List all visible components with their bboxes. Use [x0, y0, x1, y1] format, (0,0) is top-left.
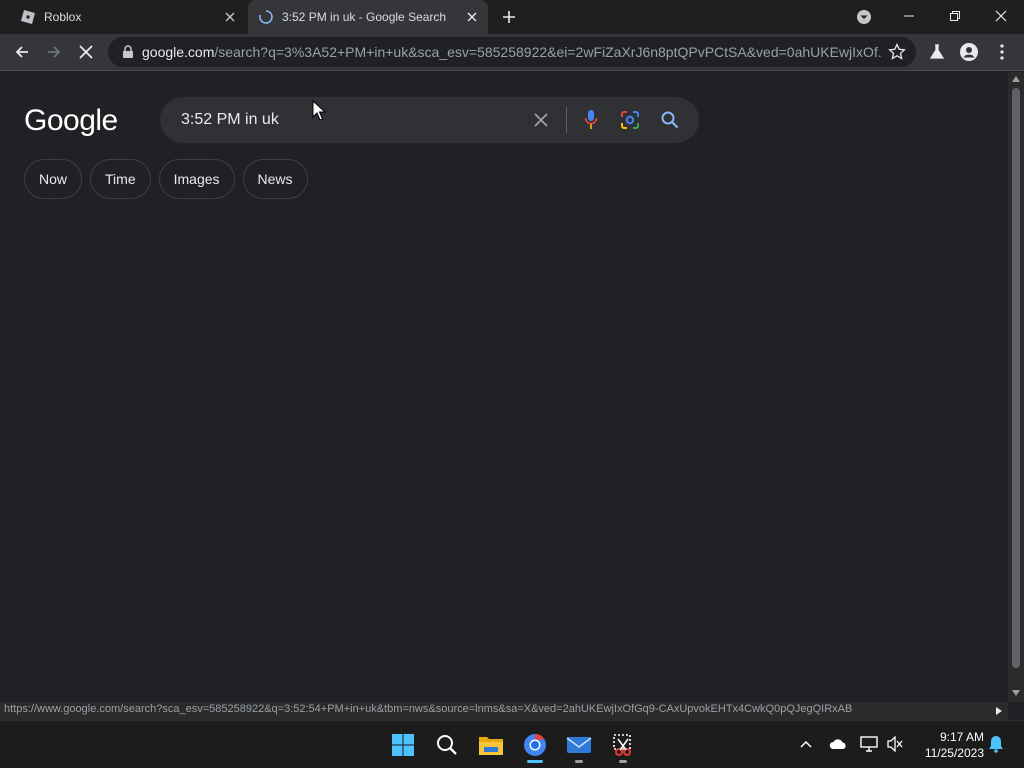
browser-toolbar: google.com/search?q=3%3A52+PM+in+uk&sca_… — [0, 34, 1024, 71]
search-icon[interactable] — [659, 109, 681, 131]
roblox-icon — [20, 9, 36, 25]
status-bubble: https://www.google.com/search?sca_esv=58… — [0, 702, 1008, 720]
file-explorer-icon[interactable] — [473, 727, 509, 763]
tab-search-icon[interactable] — [855, 8, 873, 26]
url-path: /search?q=3%3A52+PM+in+uk&sca_esv=585258… — [214, 44, 882, 60]
scroll-thumb[interactable] — [1012, 88, 1020, 668]
restore-icon[interactable] — [932, 0, 978, 32]
tab-google-search[interactable]: 3:52 PM in uk - Google Search — [248, 0, 488, 34]
google-lens-icon[interactable] — [619, 109, 641, 131]
google-logo[interactable]: Google — [24, 104, 118, 138]
minimize-icon[interactable] — [886, 0, 932, 32]
snipping-tool-icon[interactable] — [605, 727, 641, 763]
profile-avatar-icon[interactable] — [959, 42, 979, 62]
vertical-scrollbar[interactable] — [1008, 72, 1024, 702]
chrome-icon[interactable] — [517, 727, 553, 763]
scroll-down-icon — [1012, 690, 1020, 696]
tab-title: Roblox — [44, 10, 82, 24]
url-host: google.com — [142, 44, 215, 60]
lock-icon[interactable] — [122, 45, 134, 59]
loading-spinner-icon — [258, 9, 274, 25]
tab-strip: Roblox 3:52 PM in uk - Google Search — [0, 0, 1024, 34]
search-filter-chips: Now Time Images News — [24, 159, 308, 199]
chrome-menu-icon[interactable] — [992, 42, 1012, 62]
taskbar-clock[interactable]: 9:17 AM 11/25/2023 — [916, 729, 984, 761]
mouse-cursor-icon — [312, 100, 326, 121]
windows-taskbar: 9:17 AM 11/25/2023 — [0, 720, 1024, 768]
close-tab-icon[interactable] — [220, 7, 240, 27]
close-window-icon[interactable] — [978, 0, 1024, 32]
tab-title: 3:52 PM in uk - Google Search — [282, 10, 447, 24]
search-icon[interactable] — [429, 727, 465, 763]
running-app-indicator — [619, 760, 627, 763]
labs-flask-icon[interactable] — [927, 42, 947, 62]
chip-time[interactable]: Time — [90, 159, 151, 199]
forward-icon[interactable] — [40, 38, 68, 66]
scroll-up-icon — [1012, 76, 1020, 82]
new-tab-icon[interactable] — [498, 6, 520, 28]
status-url-text: https://www.google.com/search?sca_esv=58… — [4, 703, 853, 715]
clock-date: 11/25/2023 — [924, 746, 984, 760]
close-tab-icon[interactable] — [462, 7, 482, 27]
back-icon[interactable] — [8, 38, 36, 66]
notification-bell-icon[interactable] — [985, 733, 1007, 755]
mail-icon[interactable] — [561, 727, 597, 763]
address-bar[interactable]: google.com/search?q=3%3A52+PM+in+uk&sca_… — [108, 37, 916, 67]
chip-images[interactable]: Images — [158, 159, 235, 199]
bookmark-star-icon[interactable] — [888, 42, 906, 61]
google-results-page: Google 3:52 PM in uk Now Time Images New… — [0, 72, 1008, 700]
clear-search-icon[interactable] — [530, 109, 552, 131]
tab-roblox[interactable]: Roblox — [0, 0, 246, 34]
stop-loading-icon[interactable] — [72, 38, 100, 66]
active-app-indicator — [527, 760, 543, 763]
chip-news[interactable]: News — [242, 159, 308, 199]
show-hidden-icons-icon[interactable] — [795, 733, 817, 755]
url-text: google.com/search?q=3%3A52+PM+in+uk&sca_… — [142, 44, 882, 60]
volume-muted-icon[interactable] — [884, 733, 906, 755]
chip-now[interactable]: Now — [24, 159, 83, 199]
search-divider — [566, 107, 567, 133]
onedrive-cloud-icon[interactable] — [827, 733, 849, 755]
scroll-right-icon[interactable] — [992, 704, 1006, 718]
search-box[interactable]: 3:52 PM in uk — [160, 97, 699, 143]
windows-start-icon[interactable] — [385, 727, 421, 763]
network-icon[interactable] — [858, 733, 880, 755]
clock-time: 9:17 AM — [939, 730, 984, 744]
running-app-indicator — [575, 760, 583, 763]
voice-search-icon[interactable] — [580, 109, 602, 131]
